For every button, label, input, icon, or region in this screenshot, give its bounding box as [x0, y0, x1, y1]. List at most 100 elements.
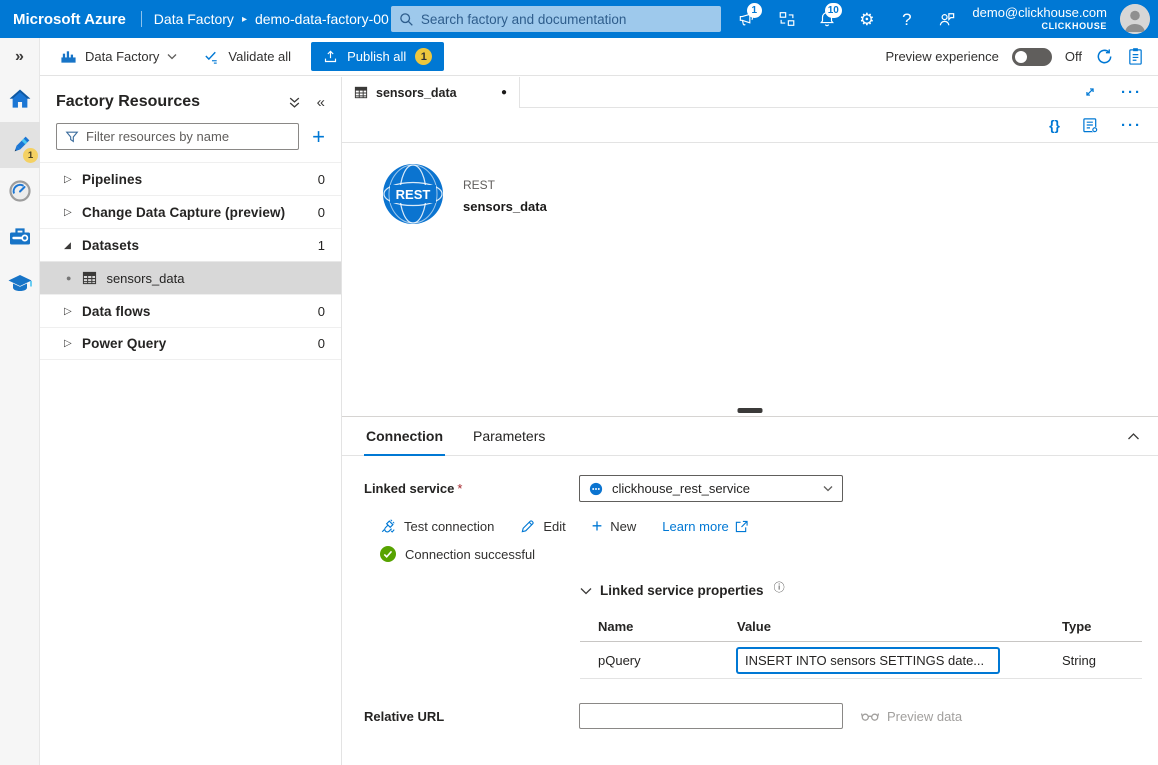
nav-manage[interactable]: [0, 214, 40, 260]
help-icon: ?: [902, 11, 911, 28]
global-search[interactable]: [391, 6, 721, 32]
tree-group-count: 0: [318, 205, 325, 220]
collapse-all-icon[interactable]: [288, 96, 301, 109]
graduation-cap-icon: [7, 271, 33, 295]
tree-item-sensors-data[interactable]: ● sensors_data: [40, 261, 341, 294]
filter-row: +: [40, 121, 341, 162]
azure-brand[interactable]: Microsoft Azure: [0, 11, 139, 28]
edit-button[interactable]: Edit: [520, 519, 565, 534]
filter-resources-input[interactable]: [86, 129, 290, 144]
home-icon: [8, 87, 32, 111]
code-view-icon[interactable]: {}: [1049, 117, 1060, 133]
validate-all-button[interactable]: Validate all: [203, 48, 291, 65]
test-connection-button[interactable]: Test connection: [380, 518, 494, 534]
tree-group-pipelines[interactable]: ▷ Pipelines 0: [40, 162, 341, 195]
new-button[interactable]: + New: [592, 517, 637, 535]
properties-title: Linked service properties: [600, 583, 764, 598]
panel-drag-handle[interactable]: [738, 408, 763, 413]
success-check-icon: [380, 546, 396, 562]
expander-icon[interactable]: ▷: [64, 338, 82, 349]
tab-parameters[interactable]: Parameters: [471, 417, 547, 456]
toolbox-icon: [8, 225, 32, 249]
preview-data-button[interactable]: Preview data: [861, 709, 962, 724]
tree-group-dataflows[interactable]: ▷ Data flows 0: [40, 294, 341, 327]
publish-upload-icon: [323, 49, 338, 64]
item-status-dot: ●: [66, 273, 71, 283]
announcements-button[interactable]: 1: [727, 0, 767, 38]
factory-resources-panel: Factory Resources « + ▷ Pipelines 0: [40, 77, 342, 765]
tab-connection[interactable]: Connection: [364, 417, 445, 456]
preview-experience-label: Preview experience: [885, 49, 998, 64]
nav-learning[interactable]: [0, 260, 40, 306]
connection-status: Connection successful: [380, 546, 1158, 562]
preview-data-label: Preview data: [887, 709, 962, 724]
connection-status-text: Connection successful: [405, 547, 535, 562]
nav-author[interactable]: 1: [0, 122, 40, 168]
expand-diagonal-icon[interactable]: [1083, 85, 1097, 99]
expander-icon[interactable]: ▷: [64, 174, 82, 185]
publish-all-button[interactable]: Publish all 1: [311, 42, 444, 71]
tab-more-icon[interactable]: ···: [1121, 85, 1142, 100]
switch-context-button[interactable]: [767, 0, 807, 38]
settings-button[interactable]: ⚙: [847, 0, 887, 38]
properties-header[interactable]: Linked service properties ⓘ: [580, 583, 1142, 598]
help-button[interactable]: ?: [887, 0, 927, 38]
relative-url-input[interactable]: [579, 703, 843, 729]
linked-service-actions: Test connection Edit + New Learn more: [380, 517, 1158, 535]
unsaved-changes-dot: ●: [501, 87, 507, 98]
linked-service-select[interactable]: clickhouse_rest_service: [579, 475, 843, 502]
rest-dataset-icon: REST: [382, 163, 444, 225]
tree-group-cdc[interactable]: ▷ Change Data Capture (preview) 0: [40, 195, 341, 228]
tree-group-powerquery[interactable]: ▷ Power Query 0: [40, 327, 341, 360]
expander-icon[interactable]: ▷: [64, 306, 82, 317]
factory-menu[interactable]: Data Factory: [60, 48, 177, 65]
linked-service-row: Linked service* clickhouse_rest_service: [364, 475, 1158, 502]
account-tenant: CLICKHOUSE: [972, 21, 1107, 31]
learn-more-link[interactable]: Learn more: [662, 519, 747, 534]
nav-home[interactable]: [0, 76, 40, 122]
property-type: String: [1062, 653, 1142, 668]
notifications-button[interactable]: 10: [807, 0, 847, 38]
tab-sensors-data[interactable]: sensors_data ●: [342, 77, 520, 108]
gear-icon: ⚙: [859, 11, 874, 28]
expander-expanded-icon[interactable]: ◢: [64, 240, 82, 251]
adf-studio-window: Microsoft Azure Data Factory ▸ demo-data…: [0, 0, 1158, 765]
linked-service-label-text: Linked service: [364, 481, 454, 496]
property-value-input[interactable]: [737, 648, 999, 673]
account-info[interactable]: demo@clickhouse.com CLICKHOUSE: [972, 6, 1111, 31]
template-clipboard-icon[interactable]: [1127, 47, 1144, 66]
toggle-knob: [1015, 51, 1027, 63]
resources-header: Factory Resources «: [40, 77, 341, 121]
tab-label: sensors_data: [376, 86, 457, 100]
breadcrumb-factory-name[interactable]: demo-data-factory-00: [255, 11, 389, 27]
preview-experience-state: Off: [1065, 49, 1082, 64]
avatar[interactable]: [1120, 4, 1150, 34]
collapse-panel-icon[interactable]: «: [317, 94, 325, 111]
filter-resources-field[interactable]: [56, 123, 299, 150]
feedback-button[interactable]: [927, 0, 967, 38]
nav-expand-button[interactable]: »: [0, 38, 39, 76]
plus-icon: +: [592, 517, 603, 535]
dataset-table-icon: [354, 86, 368, 99]
refresh-icon[interactable]: [1095, 47, 1114, 66]
expander-icon[interactable]: ▷: [64, 207, 82, 218]
topbar-icon-group: 1 10 ⚙ ?: [727, 0, 967, 38]
editor-more-icon[interactable]: ···: [1121, 118, 1142, 133]
test-connection-label: Test connection: [404, 519, 494, 534]
dataset-card[interactable]: REST REST sensors_data: [382, 163, 547, 225]
validate-check-icon: [203, 48, 220, 65]
author-changes-badge: 1: [23, 148, 38, 163]
column-value: Value: [737, 619, 1062, 634]
nav-monitor[interactable]: [0, 168, 40, 214]
search-input[interactable]: [421, 12, 713, 27]
chevron-up-icon[interactable]: [1127, 432, 1140, 441]
preview-experience-toggle[interactable]: [1012, 48, 1052, 66]
tree-group-count: 0: [318, 336, 325, 351]
gauge-icon: [8, 179, 32, 203]
breadcrumb-app[interactable]: Data Factory: [154, 11, 234, 27]
editor-area: sensors_data ● ··· {} ···: [342, 77, 1158, 765]
tree-group-datasets[interactable]: ◢ Datasets 1: [40, 228, 341, 261]
property-row-pquery: pQuery String: [580, 642, 1142, 679]
properties-icon[interactable]: [1082, 117, 1099, 134]
add-resource-button[interactable]: +: [308, 126, 329, 148]
